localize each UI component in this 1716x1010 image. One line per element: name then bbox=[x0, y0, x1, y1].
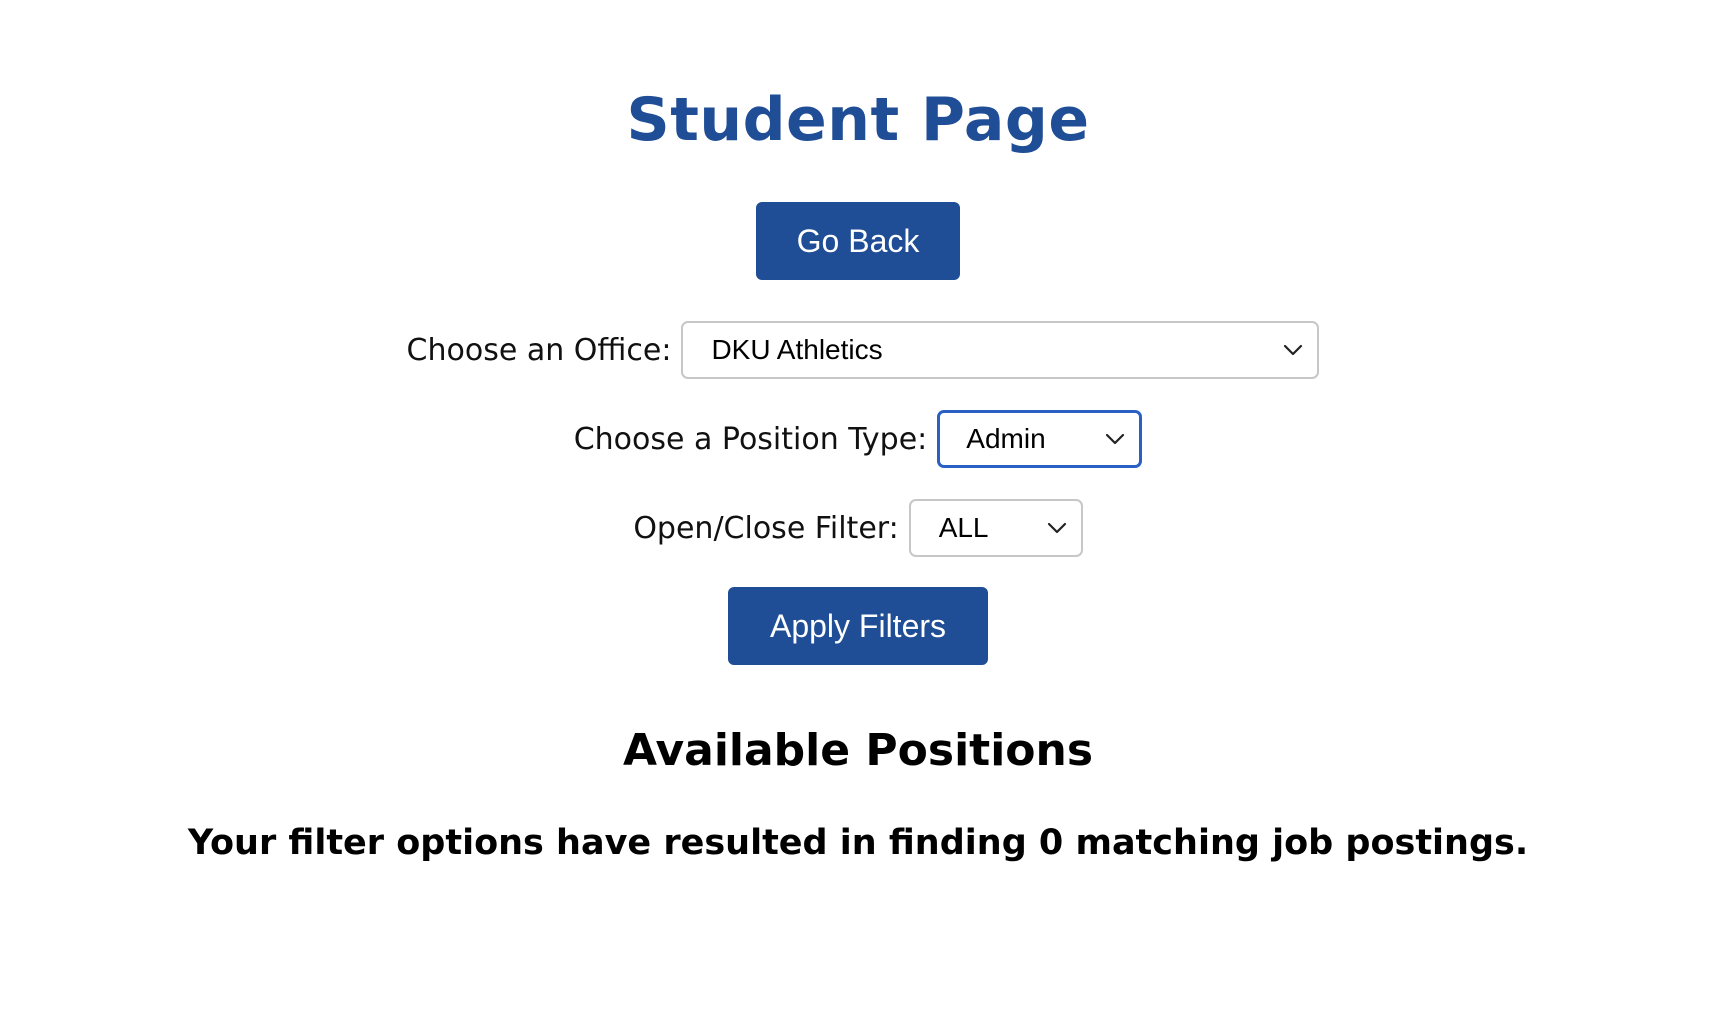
open-close-select[interactable]: ALL bbox=[908, 499, 1083, 557]
position-type-filter-row: Choose a Position Type: Admin bbox=[574, 410, 1143, 468]
page-title: Student Page bbox=[626, 85, 1090, 155]
position-type-selected-value: Admin bbox=[966, 423, 1046, 454]
chevron-down-icon bbox=[1106, 433, 1125, 445]
apply-filters-button[interactable]: Apply Filters bbox=[728, 587, 988, 665]
office-selected-value: DKU Athletics bbox=[711, 334, 883, 365]
available-positions-heading: Available Positions bbox=[622, 725, 1094, 776]
office-select[interactable]: DKU Athletics bbox=[681, 321, 1320, 379]
open-close-label: Open/Close Filter: bbox=[633, 510, 899, 546]
chevron-down-icon bbox=[1047, 522, 1066, 534]
position-type-label: Choose a Position Type: bbox=[573, 421, 928, 457]
go-back-button[interactable]: Go Back bbox=[756, 202, 960, 280]
open-close-filter-row: Open/Close Filter: ALL bbox=[633, 499, 1083, 557]
open-close-selected-value: ALL bbox=[938, 512, 989, 543]
office-label: Choose an Office: bbox=[406, 332, 672, 368]
student-page: Student Page Go Back Choose an Office: D… bbox=[0, 0, 1716, 1010]
chevron-down-icon bbox=[1284, 344, 1303, 356]
results-message: Your filter options have resulted in fin… bbox=[187, 823, 1529, 863]
position-type-select[interactable]: Admin bbox=[937, 410, 1143, 468]
office-filter-row: Choose an Office: DKU Athletics bbox=[407, 321, 1320, 379]
